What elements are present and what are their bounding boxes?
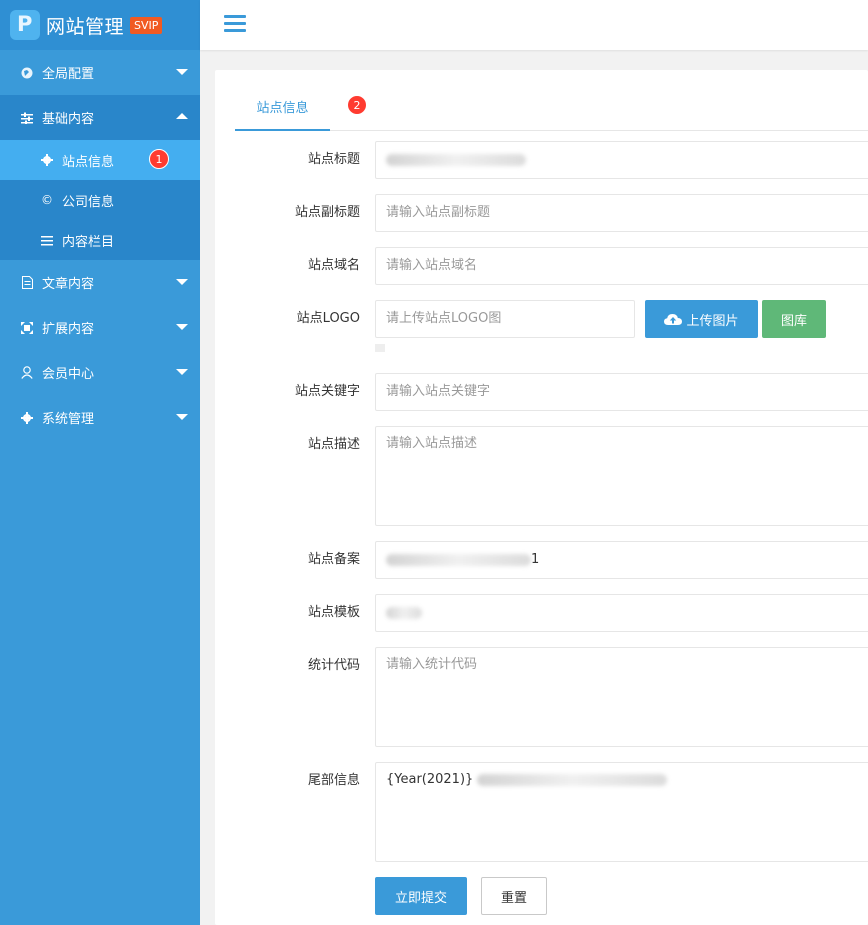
field-label: 站点模板 (307, 605, 360, 620)
site-template-select[interactable] (375, 594, 868, 632)
menu-item-label: 文章内容 (42, 277, 95, 292)
gear-icon (40, 154, 54, 166)
sidebar-item-label: 站点信息 (62, 154, 115, 170)
menu-item-global-config[interactable]: 全局配置 (0, 50, 200, 95)
image-library-button[interactable]: 图库 (762, 300, 826, 338)
tab-site-info[interactable]: 站点信息 (235, 96, 330, 131)
chevron-down-icon (176, 279, 188, 285)
site-icp-input[interactable]: 1 (375, 541, 868, 579)
menu-item-basic-content[interactable]: 基础内容 (0, 95, 200, 140)
sidebar: 网站管理 SVIP 全局配置 基础内容 站点信息 1 © 公司信息 (0, 0, 200, 925)
top-header (200, 0, 868, 50)
site-title-input[interactable] (375, 141, 868, 179)
submenu-basic-content: 站点信息 1 © 公司信息 内容栏目 (0, 140, 200, 260)
copyright-icon: © (41, 193, 53, 207)
field-label: 尾部信息 (307, 773, 360, 788)
chevron-down-icon (176, 324, 188, 330)
logo-preview (375, 344, 385, 352)
menu-item-label: 全局配置 (42, 67, 95, 82)
chevron-down-icon (176, 414, 188, 420)
field-label: 站点LOGO (296, 311, 360, 326)
user-icon (20, 366, 34, 380)
chevron-down-icon (176, 69, 188, 75)
reset-button[interactable]: 重置 (481, 877, 547, 915)
footer-value-prefix: {Year(2021)} (386, 772, 474, 787)
site-info-panel: 站点信息 2 站点标题 站点副标题 请输入站点副标题 站点域名 请输入站点域名 … (215, 70, 868, 925)
brand[interactable]: 网站管理 SVIP (0, 0, 200, 50)
notification-badge: 2 (347, 95, 367, 115)
expand-icon (20, 321, 34, 335)
menu-item-extended-content[interactable]: 扩展内容 (0, 305, 200, 350)
footer-info-textarea[interactable]: {Year(2021)} (375, 762, 868, 862)
field-label: 站点域名 (307, 258, 360, 273)
menu-item-label: 会员中心 (42, 367, 95, 382)
field-label: 站点副标题 (294, 205, 360, 220)
sidebar-item-label: 公司信息 (62, 194, 115, 210)
menu-toggle-icon[interactable] (224, 15, 246, 33)
icp-value-suffix: 1 (531, 552, 540, 567)
chevron-down-icon (176, 369, 188, 375)
site-subtitle-input[interactable]: 请输入站点副标题 (375, 194, 868, 232)
document-icon (20, 276, 34, 290)
svip-badge: SVIP (130, 16, 163, 34)
field-label: 站点描述 (307, 437, 360, 452)
stat-code-textarea[interactable]: 请输入统计代码 (375, 647, 868, 747)
sidebar-item-site-info[interactable]: 站点信息 1 (0, 140, 200, 180)
menu-item-label: 扩展内容 (42, 322, 95, 337)
notification-badge: 1 (149, 149, 169, 169)
site-logo-input[interactable]: 请上传站点LOGO图 (375, 300, 635, 338)
list-icon (40, 235, 54, 246)
menu-item-system-management[interactable]: 系统管理 (0, 395, 200, 440)
field-label: 统计代码 (307, 658, 360, 673)
site-domain-input[interactable]: 请输入站点域名 (375, 247, 868, 285)
sidebar-item-content-columns[interactable]: 内容栏目 (0, 220, 200, 260)
field-label: 站点备案 (307, 552, 360, 567)
tab-bar: 站点信息 2 (235, 95, 868, 131)
menu-item-article-content[interactable]: 文章内容 (0, 260, 200, 305)
sidebar-item-label: 内容栏目 (62, 234, 115, 250)
brand-title: 网站管理 (46, 15, 125, 38)
upload-image-button[interactable]: 上传图片 (645, 300, 758, 338)
menu-item-member-center[interactable]: 会员中心 (0, 350, 200, 395)
field-label: 站点标题 (307, 152, 360, 167)
site-keywords-input[interactable]: 请输入站点关键字 (375, 373, 868, 411)
cloud-upload-icon (664, 314, 683, 325)
menu-item-label: 基础内容 (42, 112, 95, 127)
chevron-up-icon (176, 113, 188, 119)
sidebar-item-company-info[interactable]: © 公司信息 (0, 180, 200, 220)
site-description-textarea[interactable]: 请输入站点描述 (375, 426, 868, 526)
sliders-icon (20, 111, 34, 125)
gear-icon (20, 411, 34, 425)
submit-button[interactable]: 立即提交 (375, 877, 467, 915)
globe-icon (20, 66, 34, 80)
menu-item-label: 系统管理 (42, 412, 95, 427)
upload-button-label: 上传图片 (686, 313, 739, 329)
field-label: 站点关键字 (294, 384, 360, 399)
brand-logo-icon (10, 10, 40, 40)
